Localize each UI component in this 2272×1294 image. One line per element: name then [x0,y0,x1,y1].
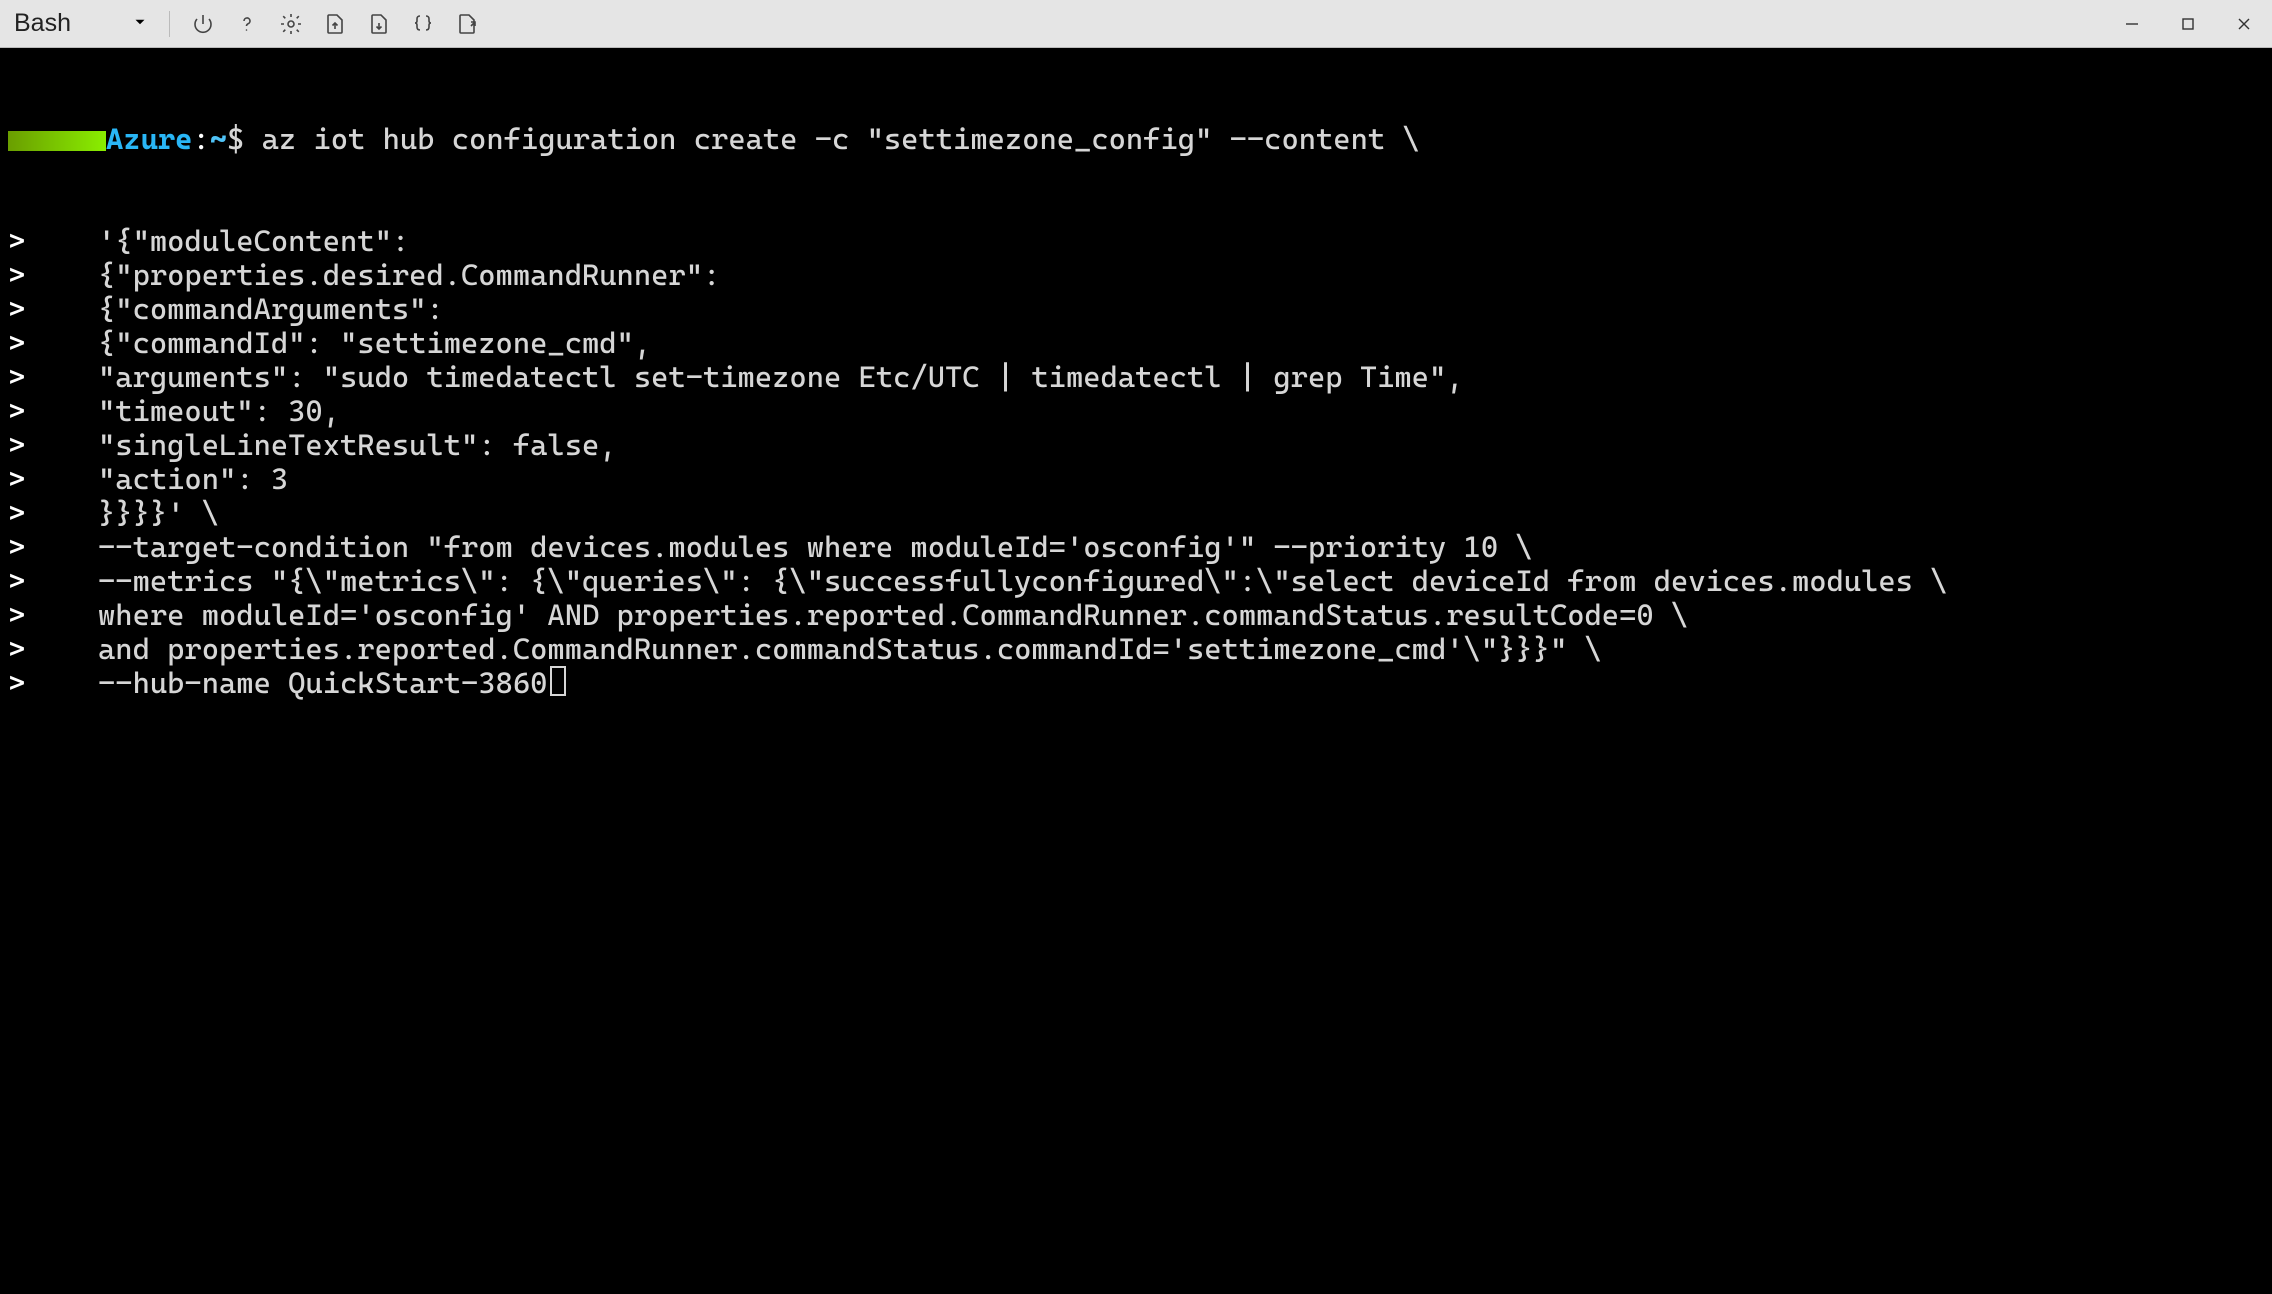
shell-selector[interactable]: Bash [6,5,157,42]
continuation-prompt: > [8,530,98,564]
upload-file-icon[interactable] [314,9,356,39]
continuation-prompt: > [8,394,98,428]
chevron-down-icon [131,11,149,37]
terminal-body[interactable]: Azure:~$ az iot hub configuration create… [0,48,2272,744]
continuation-line: >and properties.reported.CommandRunner.c… [8,632,2262,666]
terminal-toolbar: Bash [0,0,2272,48]
shell-name: Bash [14,9,71,38]
prompt-line: Azure:~$ az iot hub configuration create… [8,122,2262,156]
command-text: --metrics "{\"metrics\": {\"queries\": {… [98,564,1948,598]
command-text: --hub-name QuickStart-3860 [98,666,547,700]
command-text: }}}}' \ [98,496,219,530]
continuation-prompt: > [8,496,98,530]
continuation-line: >'{"moduleContent": [8,224,2262,258]
continuation-line: >--target-condition "from devices.module… [8,530,2262,564]
window-controls [2104,0,2272,48]
minimize-button[interactable] [2104,0,2160,48]
command-text: and properties.reported.CommandRunner.co… [98,632,1602,666]
command-text: '{"moduleContent": [98,224,409,258]
command-text: "singleLineTextResult": false, [98,428,617,462]
continuation-prompt: > [8,428,98,462]
command-text: {"properties.desired.CommandRunner": [98,258,720,292]
maximize-button[interactable] [2160,0,2216,48]
continuation-line: >--metrics "{\"metrics\": {\"queries\": … [8,564,2262,598]
prompt-sep: : [192,122,209,156]
command-text: az iot hub configuration create -c "sett… [262,122,1420,156]
continuation-prompt: > [8,258,98,292]
braces-icon[interactable] [402,9,444,39]
continuation-prompt: > [8,292,98,326]
prompt-sigil: $ [227,122,244,156]
settings-icon[interactable] [270,9,312,39]
continuation-prompt: > [8,462,98,496]
command-text: "arguments": "sudo timedatectl set-timez… [98,360,1464,394]
continuation-prompt: > [8,360,98,394]
command-text: where moduleId='osconfig' AND properties… [98,598,1688,632]
continuation-prompt: > [8,326,98,360]
continuation-line: >--hub-name QuickStart-3860 [8,666,2262,700]
prompt-host: Azure [106,122,192,156]
command-text: {"commandArguments": [98,292,444,326]
continuation-line: >"singleLineTextResult": false, [8,428,2262,462]
command-text: --target-condition "from devices.modules… [98,530,1533,564]
continuation-prompt: > [8,632,98,666]
continuation-prompt: > [8,224,98,258]
continuation-line: >}}}}' \ [8,496,2262,530]
command-text: "timeout": 30, [98,394,340,428]
continuation-line: >{"commandId": "settimezone_cmd", [8,326,2262,360]
power-icon[interactable] [182,9,224,39]
continuation-prompt: > [8,666,98,700]
continuation-line: >where moduleId='osconfig' AND propertie… [8,598,2262,632]
continuation-line: >"timeout": 30, [8,394,2262,428]
command-text: {"commandId": "settimezone_cmd", [98,326,651,360]
download-file-icon[interactable] [358,9,400,39]
new-tab-icon[interactable] [446,9,488,39]
prompt-path: ~ [210,122,227,156]
continuation-prompt: > [8,598,98,632]
command-text: "action": 3 [98,462,288,496]
close-button[interactable] [2216,0,2272,48]
separator [169,11,170,37]
continuation-line: >"arguments": "sudo timedatectl set-time… [8,360,2262,394]
user-greenbar [8,131,106,151]
continuation-prompt: > [8,564,98,598]
cursor [550,666,566,696]
continuation-line: >{"commandArguments": [8,292,2262,326]
continuation-line: >{"properties.desired.CommandRunner": [8,258,2262,292]
help-icon[interactable] [226,9,268,39]
continuation-line: >"action": 3 [8,462,2262,496]
